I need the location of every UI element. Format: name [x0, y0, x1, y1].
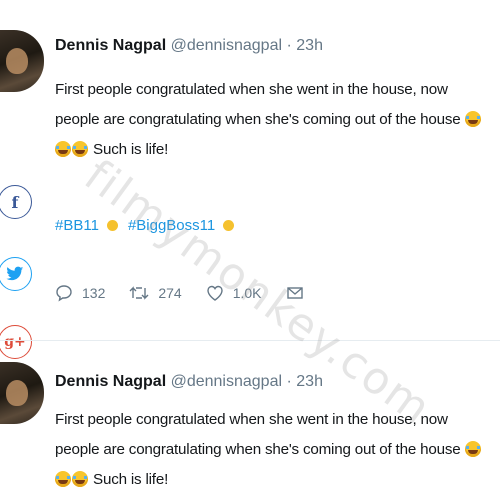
laughing-emoji-icon — [55, 471, 71, 487]
timestamp[interactable]: 23h — [296, 373, 323, 390]
author-handle[interactable]: @dennisnagpal — [171, 37, 282, 54]
hashtag-link[interactable]: #BB11 — [55, 217, 99, 234]
trophy-icon — [223, 220, 235, 231]
like-icon — [207, 285, 223, 301]
message-icon — [286, 287, 303, 299]
twitter-icon — [6, 266, 24, 281]
tweet-divider — [0, 340, 500, 341]
trophy-icon — [106, 220, 118, 231]
retweet-icon — [129, 286, 149, 300]
tweet-actions: 132 274 1.0K — [55, 284, 337, 302]
laughing-emoji-icon — [55, 141, 71, 157]
like-button[interactable]: 1.0K — [206, 284, 262, 302]
tweet-text: First people congratulated when she went… — [55, 405, 495, 495]
message-button[interactable] — [286, 284, 313, 302]
tweet-text: First people congratulated when she went… — [55, 75, 495, 165]
retweet-count: 274 — [158, 285, 182, 301]
separator: · — [286, 373, 292, 390]
laughing-emoji-icon — [464, 111, 481, 127]
retweet-button[interactable]: 274 — [129, 284, 182, 302]
timestamp[interactable]: 23h — [296, 37, 323, 54]
like-count: 1.0K — [232, 285, 262, 301]
author-name[interactable]: Dennis Nagpal — [55, 373, 166, 390]
tweet-text-main: First people congratulated when she went… — [55, 411, 461, 458]
separator: · — [286, 37, 292, 54]
reply-icon — [56, 285, 72, 302]
author-handle[interactable]: @dennisnagpal — [171, 373, 282, 390]
hashtag-link[interactable]: #BiggBoss11 — [128, 217, 215, 234]
tweet: Dennis Nagpal @dennisnagpal · 23h First … — [0, 345, 500, 500]
tweet-text-end: Such is life! — [93, 471, 169, 488]
tweet: Dennis Nagpal @dennisnagpal · 23h First … — [0, 0, 500, 340]
laughing-emoji-icon — [72, 141, 88, 157]
reply-count: 132 — [82, 285, 106, 301]
tweet-text-end: Such is life! — [93, 141, 169, 158]
hashtags: #BB11 #BiggBoss11 — [55, 217, 244, 234]
laughing-emoji-icon — [464, 441, 481, 457]
laughing-emoji-icon — [72, 471, 88, 487]
avatar[interactable] — [0, 30, 44, 92]
tweet-text-main: First people congratulated when she went… — [55, 81, 461, 128]
tweet-header: Dennis Nagpal @dennisnagpal · 23h — [55, 37, 323, 55]
reply-button[interactable]: 132 — [55, 284, 105, 302]
facebook-icon: f — [11, 192, 19, 212]
tweet-header: Dennis Nagpal @dennisnagpal · 23h — [55, 373, 323, 391]
avatar[interactable] — [0, 362, 44, 424]
author-name[interactable]: Dennis Nagpal — [55, 37, 166, 54]
